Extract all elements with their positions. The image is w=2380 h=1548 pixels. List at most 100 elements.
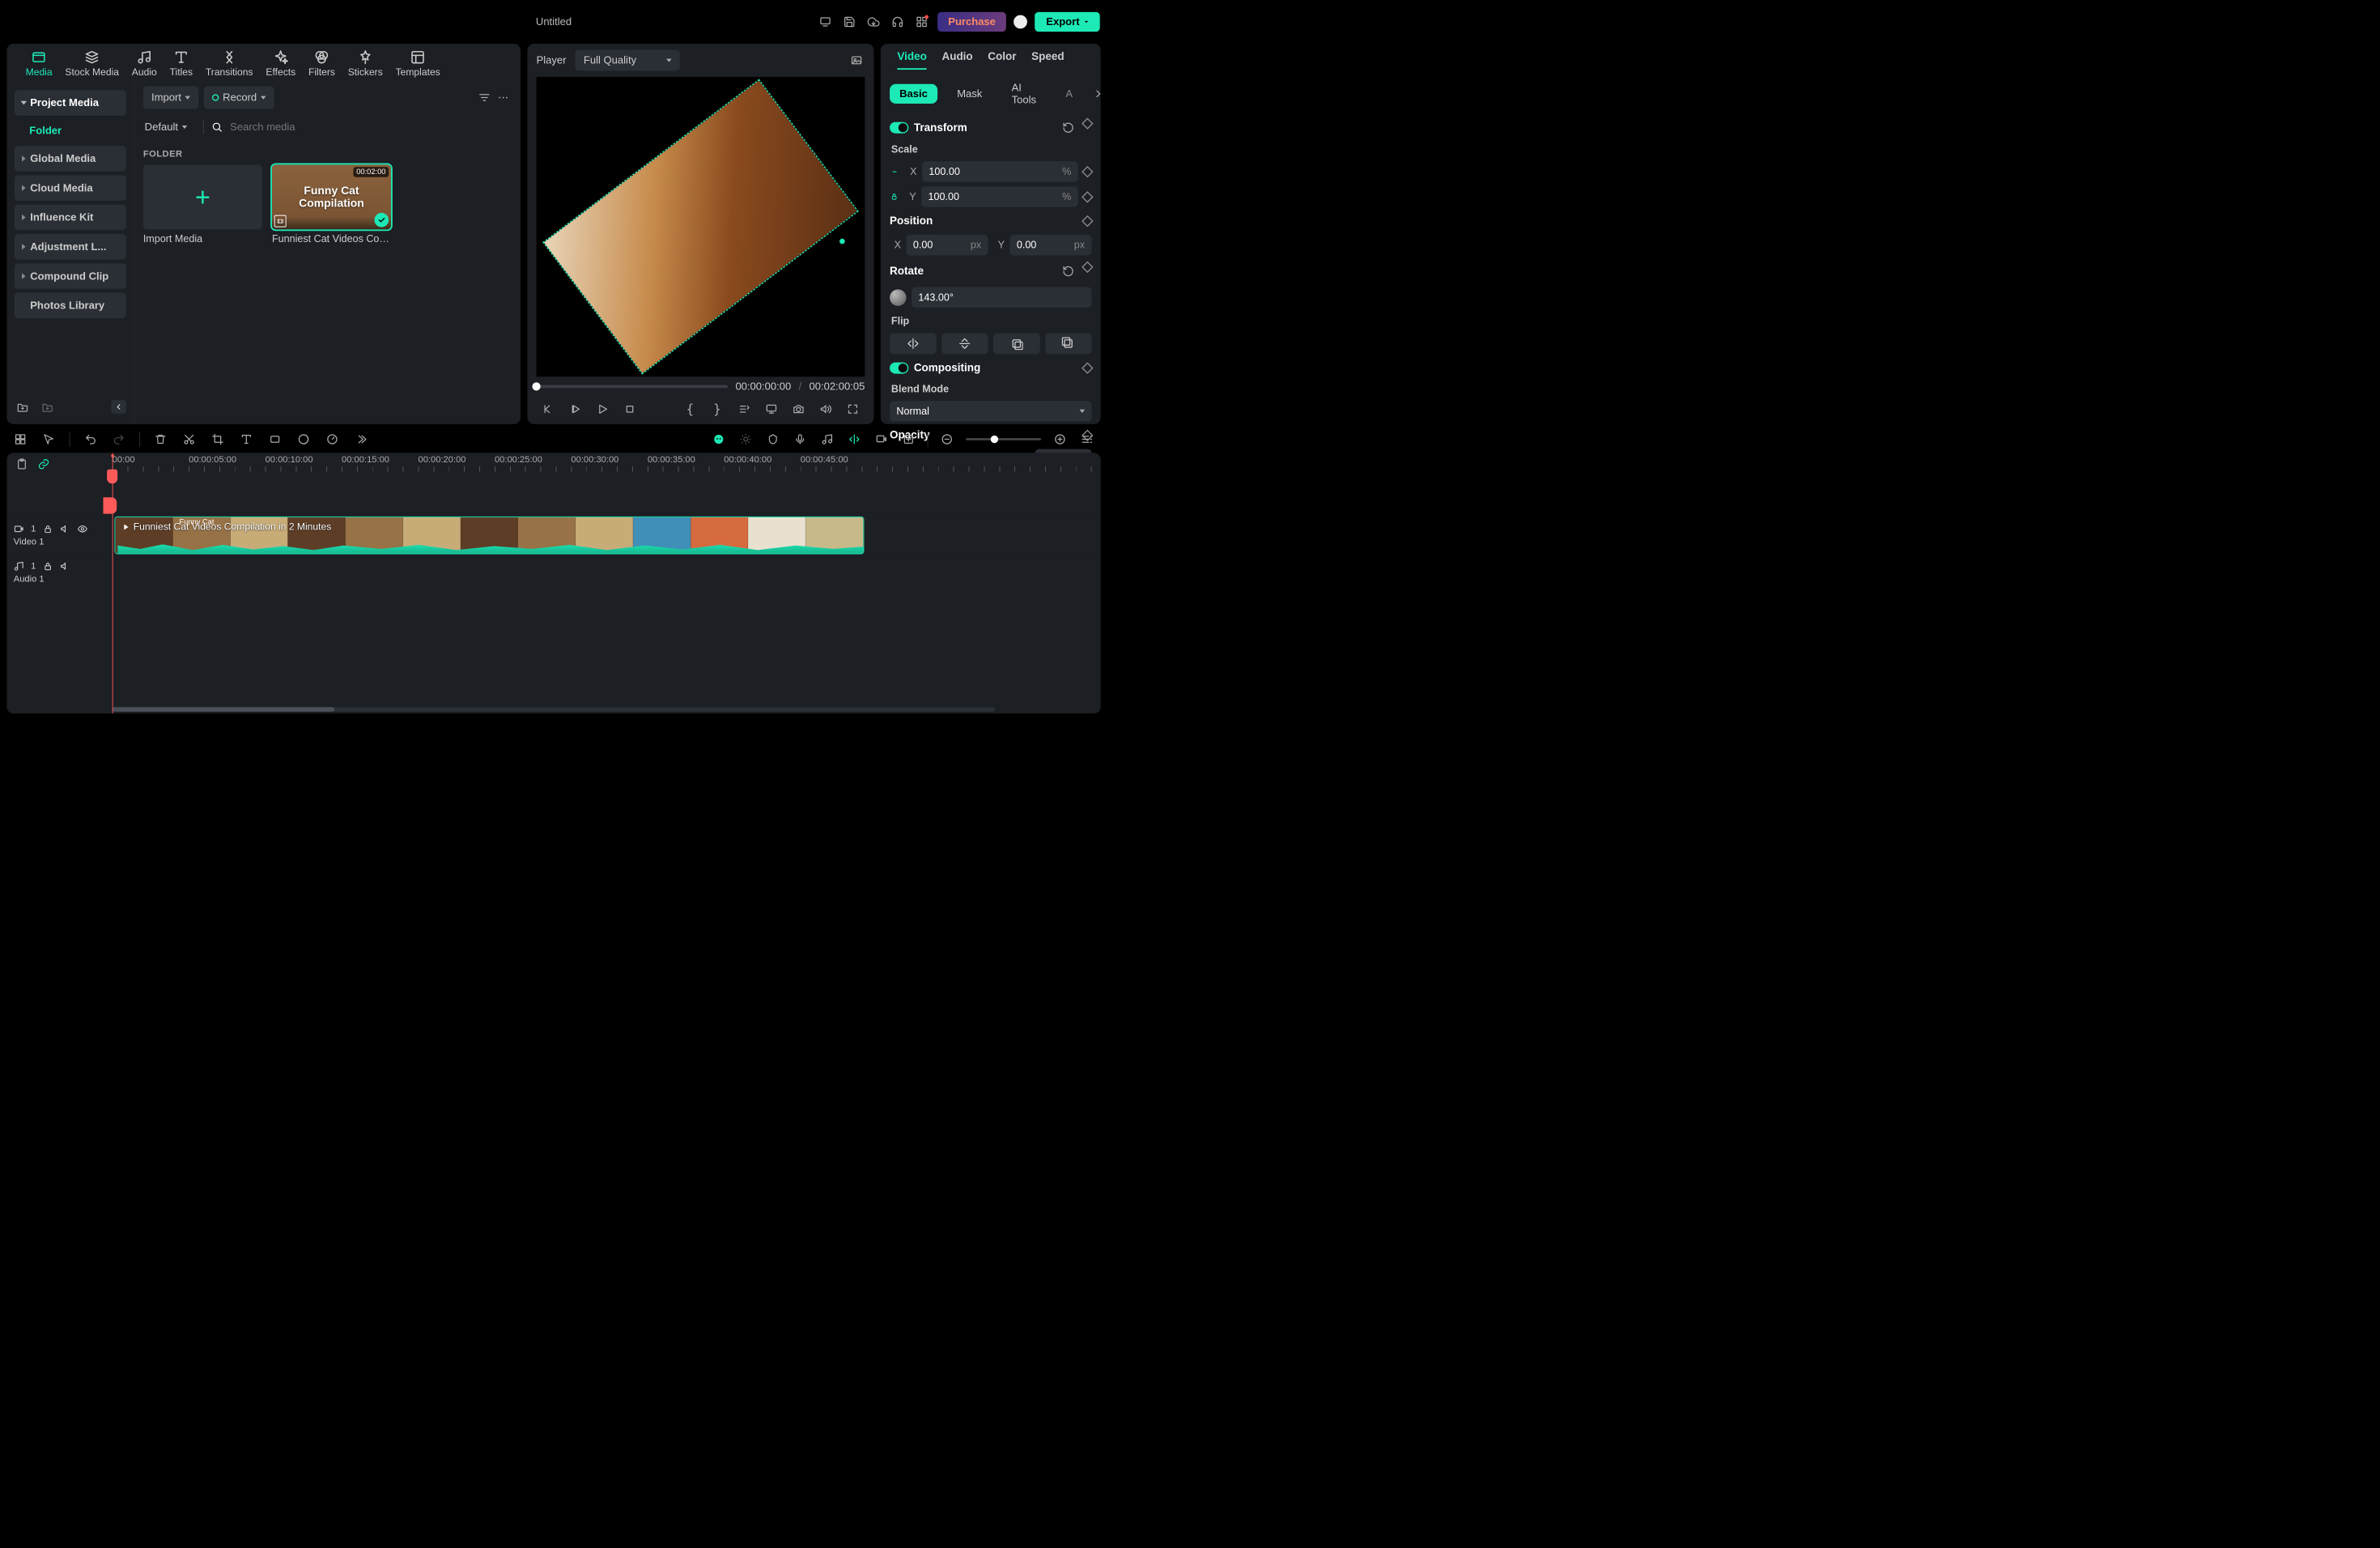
import-folder-icon[interactable] — [39, 398, 55, 415]
lock-icon[interactable] — [43, 561, 53, 572]
save-icon[interactable] — [841, 14, 857, 30]
step-back-button[interactable] — [567, 401, 584, 417]
flip-vertical-button[interactable] — [941, 333, 988, 354]
tl-crop-icon[interactable] — [210, 431, 226, 447]
sidebar-item-influence-kit[interactable]: Influence Kit — [15, 205, 126, 231]
rotation-handle[interactable] — [837, 236, 848, 247]
compositing-toggle[interactable] — [890, 362, 908, 373]
eye-icon[interactable] — [78, 524, 88, 534]
tl-color-icon[interactable] — [295, 431, 312, 447]
audio-icon[interactable] — [818, 401, 834, 417]
filter-sort-icon[interactable] — [476, 89, 492, 105]
mute-icon[interactable] — [60, 524, 70, 534]
sidebar-item-project-media[interactable]: Project Media — [15, 90, 126, 116]
sidebar-item-global-media[interactable]: Global Media — [15, 146, 126, 172]
tl-speed-icon[interactable] — [324, 431, 340, 447]
purchase-button[interactable]: Purchase — [937, 12, 1006, 32]
sidebar-item-cloud-media[interactable]: Cloud Media — [15, 175, 126, 201]
tab-media[interactable]: Media — [26, 49, 53, 81]
flip-diag1-button[interactable] — [993, 333, 1039, 354]
quality-dropdown[interactable]: Full Quality — [576, 49, 680, 70]
media-clip-card[interactable]: Funny Cat Compilation 00:02:00 Funniest … — [272, 164, 391, 245]
avatar[interactable] — [1014, 15, 1027, 29]
tl-grid-icon[interactable] — [12, 431, 28, 447]
tl-record-screen-icon[interactable] — [873, 431, 890, 447]
preview-monitor-icon[interactable] — [763, 401, 780, 417]
subtab-basic[interactable]: Basic — [890, 84, 937, 104]
tab-video[interactable]: Video — [897, 50, 926, 70]
tl-ai-icon[interactable] — [711, 431, 727, 447]
tl-text-icon[interactable] — [238, 431, 254, 447]
prev-frame-button[interactable] — [540, 401, 556, 417]
preview-area[interactable] — [537, 77, 865, 376]
timeline-ruler[interactable]: 00:0000:00:05:0000:00:10:0000:00:15:0000… — [113, 453, 1101, 474]
tab-titles[interactable]: Titles — [170, 49, 193, 81]
compositing-keyframe-icon[interactable] — [1082, 362, 1093, 373]
collapse-sidebar-icon[interactable] — [111, 400, 126, 414]
play-button[interactable] — [594, 401, 610, 417]
mute-icon[interactable] — [60, 561, 70, 572]
seek-bar[interactable] — [537, 385, 729, 389]
import-media-card[interactable]: + Import Media — [143, 164, 262, 245]
tab-transitions[interactable]: Transitions — [206, 49, 253, 81]
reset-transform-icon[interactable] — [1060, 120, 1076, 136]
sidebar-item-compound-clip[interactable]: Compound Clip — [15, 263, 126, 289]
zoom-in-icon[interactable] — [1052, 431, 1068, 447]
tab-stock-media[interactable]: Stock Media — [65, 49, 119, 81]
tl-view-options-icon[interactable] — [1079, 431, 1095, 447]
transform-box[interactable] — [542, 79, 859, 375]
sidebar-item-folder[interactable]: Folder — [15, 120, 126, 142]
fullscreen-icon[interactable] — [844, 401, 861, 417]
timeline-scrollbar[interactable] — [113, 707, 996, 712]
mark-in-button[interactable]: { — [682, 401, 698, 417]
mark-out-button[interactable]: } — [709, 401, 725, 417]
snapshot-icon[interactable] — [790, 401, 806, 417]
tab-effects[interactable]: Effects — [266, 49, 295, 81]
new-folder-icon[interactable] — [15, 398, 31, 415]
sidebar-item-photos-library[interactable]: Photos Library — [15, 293, 126, 319]
tl-dim-icon[interactable] — [737, 431, 754, 447]
timeline-clip[interactable]: Funny Cat Funniest Cat Videos Compilatio… — [114, 517, 864, 555]
transform-keyframe-icon[interactable] — [1082, 117, 1093, 129]
tl-add-marker-icon[interactable] — [900, 431, 916, 447]
subtab-next-icon[interactable] — [1092, 86, 1104, 102]
subtab-more[interactable]: A — [1056, 84, 1082, 104]
tab-filters[interactable]: Filters — [308, 49, 335, 81]
tl-select-icon[interactable] — [40, 431, 57, 447]
tl-link-icon[interactable] — [36, 456, 52, 472]
export-button[interactable]: Export — [1035, 12, 1099, 32]
cloud-icon[interactable] — [865, 14, 882, 30]
tl-delete-icon[interactable] — [152, 431, 168, 447]
apps-icon[interactable] — [913, 14, 929, 30]
rotate-input[interactable]: 143.00° — [912, 287, 1091, 308]
blend-dropdown[interactable]: Normal — [890, 401, 1091, 422]
marker-list-icon[interactable] — [736, 401, 752, 417]
tl-cut-icon[interactable] — [181, 431, 197, 447]
scale-x-keyframe-icon[interactable] — [1082, 166, 1093, 177]
tab-audio[interactable]: Audio — [941, 50, 972, 70]
more-icon[interactable] — [495, 89, 511, 105]
tab-color[interactable]: Color — [988, 50, 1016, 70]
tab-audio[interactable]: Audio — [132, 49, 157, 81]
stop-button[interactable] — [622, 401, 638, 417]
tl-undo-icon[interactable] — [82, 431, 98, 447]
pos-x-input[interactable]: 0.00px — [907, 235, 988, 256]
subtab-ai-tools[interactable]: AI Tools — [1002, 78, 1047, 109]
record-button[interactable]: Record — [204, 87, 274, 109]
tl-clipboard-icon[interactable] — [14, 456, 30, 472]
subtab-mask[interactable]: Mask — [947, 84, 992, 104]
rotate-keyframe-icon[interactable] — [1082, 262, 1093, 273]
tl-split-icon[interactable] — [846, 431, 862, 447]
search-input[interactable] — [230, 121, 366, 133]
rotate-knob[interactable] — [890, 289, 906, 305]
sort-dropdown[interactable]: Default — [143, 116, 196, 138]
pos-y-input[interactable]: 0.00px — [1009, 235, 1091, 256]
tl-aspect-icon[interactable] — [266, 431, 283, 447]
tab-stickers[interactable]: Stickers — [348, 49, 383, 81]
scale-y-keyframe-icon[interactable] — [1082, 191, 1093, 202]
flip-horizontal-button[interactable] — [890, 333, 936, 354]
import-button[interactable]: Import — [143, 87, 199, 109]
scale-y-input[interactable]: 100.00% — [921, 186, 1078, 207]
tl-redo-icon[interactable] — [111, 431, 127, 447]
lock-icon[interactable] — [43, 524, 53, 534]
